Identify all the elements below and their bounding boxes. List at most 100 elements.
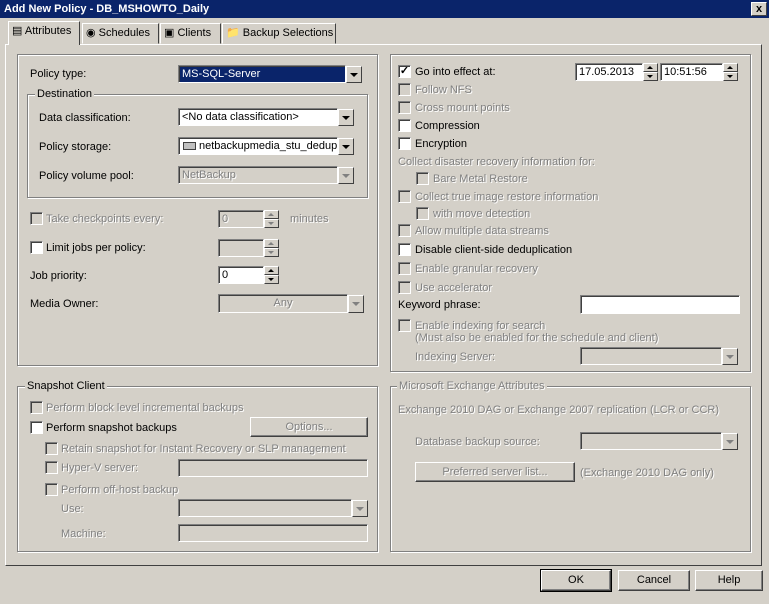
time-input[interactable]: 10:51:56 [660, 63, 723, 81]
hyperv-input[interactable] [178, 459, 368, 477]
checkpoints-input[interactable]: 0 [218, 210, 264, 228]
machine-label: Machine: [61, 528, 106, 540]
window-title: Add New Policy - DB_MSHOWTO_Daily [0, 0, 769, 18]
job-priority-label: Job priority: [30, 270, 87, 282]
indexing-server-label: Indexing Server: [415, 351, 496, 363]
limit-jobs-spinner[interactable] [264, 239, 279, 257]
hyperv-checkbox[interactable] [45, 461, 58, 474]
chevron-down-icon[interactable] [352, 500, 368, 517]
accelerator-label: Use accelerator [415, 282, 493, 294]
tab-backup-selections[interactable]: 📁 Backup Selections [222, 23, 336, 44]
hyperv-label: Hyper-V server: [61, 462, 139, 474]
chevron-down-icon[interactable] [348, 295, 364, 313]
folder-icon: 📁 [226, 27, 240, 39]
media-owner-label: Media Owner: [30, 298, 99, 310]
data-classification-select[interactable]: <No data classification> [178, 108, 338, 126]
checkpoints-spinner[interactable] [264, 210, 279, 228]
job-priority-input[interactable]: 0 [218, 266, 264, 284]
collect-tir-checkbox[interactable] [398, 190, 411, 203]
help-button[interactable]: Help [695, 570, 763, 591]
minutes-label: minutes [290, 213, 329, 225]
with-move-label: with move detection [433, 208, 531, 220]
date-spinner[interactable] [643, 63, 658, 81]
policy-type-select[interactable]: MS-SQL-Server [178, 65, 346, 83]
granular-checkbox[interactable] [398, 262, 411, 275]
bare-metal-checkbox[interactable] [416, 172, 429, 185]
encryption-checkbox[interactable] [398, 137, 411, 150]
db-source-select[interactable] [580, 432, 722, 450]
disable-dedup-label: Disable client-side deduplication [415, 244, 573, 256]
snapshot-title: Snapshot Client [25, 380, 107, 392]
clients-icon: ▣ [164, 27, 175, 39]
accelerator-checkbox[interactable] [398, 281, 411, 294]
cross-mount-checkbox[interactable] [398, 101, 411, 114]
schedules-icon: ◉ [86, 27, 96, 39]
retain-checkbox[interactable] [45, 442, 58, 455]
collect-dr-label: Collect disaster recovery information fo… [398, 156, 595, 168]
go-into-effect-checkbox[interactable]: ✓ [398, 65, 411, 78]
ok-button[interactable]: OK [540, 569, 612, 592]
block-level-label: Perform block level incremental backups [46, 402, 244, 414]
policy-type-label: Policy type: [30, 68, 87, 80]
date-input[interactable]: 17.05.2013 [575, 63, 643, 81]
indexing-server-select[interactable] [580, 347, 722, 365]
exchange-title: Microsoft Exchange Attributes [397, 380, 547, 392]
indexing-checkbox[interactable] [398, 319, 411, 332]
chevron-down-icon[interactable] [338, 138, 354, 155]
use-select[interactable] [178, 499, 352, 517]
indexing-note: (Must also be enabled for the schedule a… [415, 332, 659, 344]
block-level-checkbox[interactable] [30, 401, 43, 414]
tab-attributes[interactable]: ▤ Attributes [8, 21, 80, 45]
granular-label: Enable granular recovery [415, 263, 538, 275]
tab-schedules[interactable]: ◉ Schedules [82, 23, 159, 44]
storage-icon [183, 142, 196, 150]
perform-snapshot-label: Perform snapshot backups [46, 422, 177, 434]
time-spinner[interactable] [723, 63, 738, 81]
volume-pool-label: Policy volume pool: [39, 170, 134, 182]
limit-jobs-label: Limit jobs per policy: [46, 242, 146, 254]
checkpoints-label: Take checkpoints every: [46, 213, 164, 225]
offhost-label: Perform off-host backup [61, 484, 179, 496]
compression-checkbox[interactable] [398, 119, 411, 132]
bare-metal-label: Bare Metal Restore [433, 173, 528, 185]
follow-nfs-label: Follow NFS [415, 84, 472, 96]
close-button[interactable]: x [751, 2, 767, 16]
chevron-down-icon[interactable] [338, 109, 354, 126]
chevron-down-icon[interactable] [338, 167, 354, 184]
collect-tir-label: Collect true image restore information [415, 191, 599, 203]
cancel-button[interactable]: Cancel [618, 570, 690, 591]
keyword-label: Keyword phrase: [398, 299, 481, 311]
attributes-icon: ▤ [12, 25, 23, 37]
retain-label: Retain snapshot for Instant Recovery or … [61, 443, 346, 455]
destination-label: Destination [35, 88, 95, 100]
use-label: Use: [61, 503, 84, 515]
perform-snapshot-checkbox[interactable] [30, 421, 43, 434]
media-owner-select[interactable]: Any [218, 294, 348, 313]
keyword-input[interactable] [580, 295, 740, 314]
machine-input[interactable] [178, 524, 368, 542]
chevron-down-icon[interactable] [722, 348, 738, 365]
db-source-label: Database backup source: [415, 436, 540, 448]
allow-multiple-checkbox[interactable] [398, 224, 411, 237]
checkpoints-checkbox[interactable] [30, 212, 43, 225]
tab-clients[interactable]: ▣ Clients [160, 23, 221, 44]
with-move-checkbox[interactable] [416, 207, 429, 220]
preferred-server-button[interactable]: Preferred server list... [415, 462, 575, 482]
dag-only-label: (Exchange 2010 DAG only) [580, 467, 714, 479]
options-button[interactable]: Options... [250, 417, 368, 437]
disable-dedup-checkbox[interactable] [398, 243, 411, 256]
follow-nfs-checkbox[interactable] [398, 83, 411, 96]
limit-jobs-checkbox[interactable] [30, 241, 43, 254]
go-into-effect-label: Go into effect at: [415, 66, 496, 78]
allow-multiple-label: Allow multiple data streams [415, 225, 549, 237]
volume-pool-select[interactable]: NetBackup [178, 166, 338, 184]
job-priority-spinner[interactable] [264, 266, 279, 284]
data-classification-label: Data classification: [39, 112, 131, 124]
policy-storage-label: Policy storage: [39, 141, 112, 153]
policy-storage-select[interactable]: netbackupmedia_stu_dedup_c [178, 137, 338, 155]
chevron-down-icon[interactable] [346, 66, 362, 83]
chevron-down-icon[interactable] [722, 433, 738, 450]
offhost-checkbox[interactable] [45, 483, 58, 496]
limit-jobs-input[interactable] [218, 239, 264, 257]
compression-label: Compression [415, 120, 480, 132]
